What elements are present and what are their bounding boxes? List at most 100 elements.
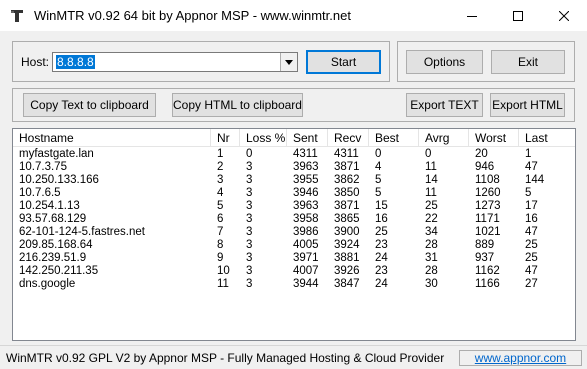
copy-text-button[interactable]: Copy Text to clipboard: [23, 93, 156, 117]
cell-nr: 4: [217, 187, 224, 199]
cell-loss: 3: [246, 226, 253, 238]
export-html-button[interactable]: Export HTML: [490, 93, 565, 117]
table-row[interactable]: 10.7.3.75 2 3 3963 3871 4 11 946 47: [13, 161, 575, 174]
cell-last: 5: [525, 187, 532, 199]
cell-hostname: 93.57.68.129: [19, 213, 87, 225]
cell-hostname: 10.7.6.5: [19, 187, 61, 199]
cell-nr: 5: [217, 200, 224, 212]
copy-html-button[interactable]: Copy HTML to clipboard: [172, 93, 303, 117]
cell-last: 47: [525, 226, 538, 238]
cell-nr: 10: [217, 265, 230, 277]
cell-loss: 3: [246, 252, 253, 264]
cell-recv: 4311: [334, 148, 359, 160]
cell-hostname: 216.239.51.9: [19, 252, 87, 264]
table-row[interactable]: 62-101-124-5.fastres.net 7 3 3986 3900 25 34 10…: [13, 226, 575, 239]
cell-worst: 1021: [475, 226, 501, 238]
cell-sent: 3986: [293, 226, 319, 238]
host-combobox[interactable]: 8.8.8.8: [52, 52, 298, 72]
cell-avrg: 28: [425, 265, 438, 277]
cell-best: 24: [375, 252, 388, 264]
column-header-loss[interactable]: Loss %: [240, 129, 287, 147]
cell-recv: 3871: [334, 200, 360, 212]
appnor-link[interactable]: www.appnor.com: [459, 350, 582, 366]
export-text-button[interactable]: Export TEXT: [406, 93, 483, 117]
table-row[interactable]: 209.85.168.64 8 3 4005 3924 23 28 889 25: [13, 239, 575, 252]
cell-worst: 1260: [475, 187, 501, 199]
title-bar: WinMTR v0.92 64 bit by Appnor MSP - www.…: [0, 0, 587, 31]
minimize-icon: [467, 15, 477, 17]
cell-sent: 4005: [293, 239, 319, 251]
column-header-avrg[interactable]: Avrg: [419, 129, 469, 147]
column-header-worst[interactable]: Worst: [469, 129, 519, 147]
cell-best: 15: [375, 200, 388, 212]
table-row[interactable]: 93.57.68.129 6 3 3958 3865 16 22 1171 16: [13, 213, 575, 226]
table-row[interactable]: 10.254.1.13 5 3 3963 3871 15 25 1273 17: [13, 200, 575, 213]
table-row[interactable]: dns.google 11 3 3944 3847 24 30 1166 27: [13, 278, 575, 291]
column-header-last[interactable]: Last: [519, 129, 575, 147]
cell-worst: 1162: [475, 265, 500, 277]
dropdown-button[interactable]: [280, 53, 297, 71]
cell-loss: 3: [246, 161, 253, 173]
cell-hostname: dns.google: [19, 278, 76, 290]
cell-avrg: 11: [425, 187, 437, 199]
cell-best: 0: [375, 148, 382, 160]
table-row[interactable]: 142.250.211.35 10 3 4007 3926 23 28 1162 47: [13, 265, 575, 278]
cell-loss: 3: [246, 239, 253, 251]
column-header-recv[interactable]: Recv: [328, 129, 369, 147]
cell-best: 23: [375, 239, 388, 251]
cell-best: 16: [375, 213, 388, 225]
column-header-sent[interactable]: Sent: [287, 129, 328, 147]
cell-recv: 3881: [334, 252, 360, 264]
cell-sent: 4007: [293, 265, 319, 277]
close-button[interactable]: [541, 0, 587, 31]
cell-worst: 20: [475, 148, 488, 160]
window-title: WinMTR v0.92 64 bit by Appnor MSP - www.…: [34, 8, 351, 23]
cell-nr: 1: [217, 148, 224, 160]
table-row[interactable]: myfastgate.lan 1 0 4311 4311 0 0 20 1: [13, 148, 575, 161]
results-table[interactable]: Hostname Nr Loss % Sent Recv Best Avrg W…: [12, 128, 576, 341]
minimize-button[interactable]: [449, 0, 495, 31]
cell-loss: 0: [246, 148, 253, 160]
cell-nr: 3: [217, 174, 224, 186]
cell-sent: 3963: [293, 200, 319, 212]
cell-hostname: 10.254.1.13: [19, 200, 80, 212]
table-header: Hostname Nr Loss % Sent Recv Best Avrg W…: [13, 129, 575, 147]
cell-loss: 3: [246, 265, 253, 277]
cell-sent: 3971: [293, 252, 319, 264]
cell-best: 25: [375, 226, 388, 238]
cell-worst: 1108: [475, 174, 500, 186]
column-header-best[interactable]: Best: [369, 129, 419, 147]
cell-last: 17: [525, 200, 538, 212]
cell-recv: 3926: [334, 265, 360, 277]
table-row[interactable]: 216.239.51.9 9 3 3971 3881 24 31 937 25: [13, 252, 575, 265]
cell-sent: 3958: [293, 213, 319, 225]
host-input[interactable]: 8.8.8.8: [56, 55, 95, 69]
cell-hostname: 209.85.168.64: [19, 239, 93, 251]
column-header-nr[interactable]: Nr: [211, 129, 240, 147]
cell-best: 5: [375, 174, 382, 186]
maximize-button[interactable]: [495, 0, 541, 31]
cell-last: 47: [525, 265, 538, 277]
table-row[interactable]: 10.7.6.5 4 3 3946 3850 5 11 1260 5: [13, 187, 575, 200]
cell-last: 16: [525, 213, 538, 225]
cell-hostname: 62-101-124-5.fastres.net: [19, 226, 145, 238]
cell-loss: 3: [246, 278, 253, 290]
cell-avrg: 31: [425, 252, 438, 264]
cell-nr: 9: [217, 252, 224, 264]
cell-worst: 946: [475, 161, 495, 173]
cell-best: 4: [375, 161, 382, 173]
exit-button[interactable]: Exit: [491, 50, 565, 74]
cell-nr: 7: [217, 226, 224, 238]
close-icon: [559, 10, 569, 21]
column-header-hostname[interactable]: Hostname: [13, 129, 211, 147]
cell-hostname: myfastgate.lan: [19, 148, 94, 160]
cell-worst: 1273: [475, 200, 501, 212]
start-button[interactable]: Start: [306, 50, 381, 74]
status-text: WinMTR v0.92 GPL V2 by Appnor MSP - Full…: [6, 351, 445, 365]
options-button[interactable]: Options: [406, 50, 483, 74]
cell-sent: 3963: [293, 161, 319, 173]
cell-avrg: 25: [425, 200, 438, 212]
cell-worst: 1166: [475, 278, 500, 290]
table-row[interactable]: 10.250.133.166 3 3 3955 3862 5 14 1108 144: [13, 174, 575, 187]
cell-recv: 3847: [334, 278, 360, 290]
